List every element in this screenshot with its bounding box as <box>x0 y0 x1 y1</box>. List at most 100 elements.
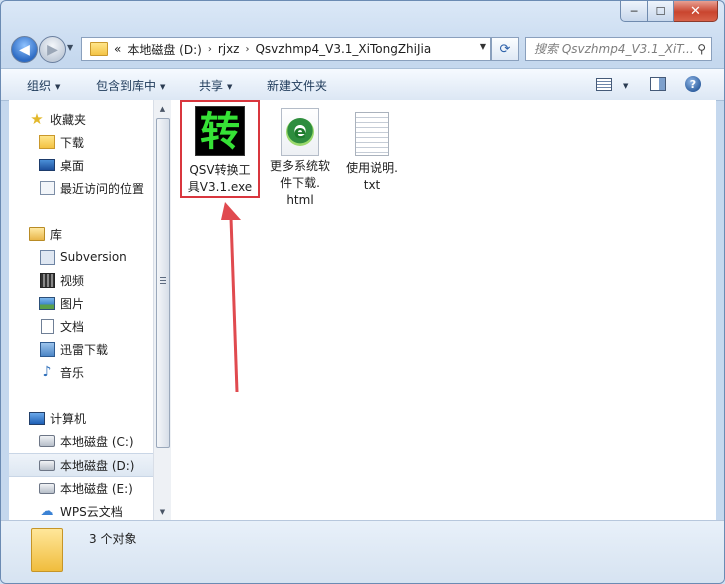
minimize-button[interactable]: ─ <box>620 1 648 22</box>
address-bar[interactable]: « 本地磁盘 (D:) › rjxz › Qsvzhmp4_V3.1_XiTon… <box>81 37 491 61</box>
share-label: 共享 <box>199 79 224 93</box>
sidebar-header-label: 收藏夹 <box>50 112 87 127</box>
new-folder-button[interactable]: 新建文件夹 <box>267 77 327 94</box>
back-button[interactable]: ◀ <box>11 36 38 63</box>
preview-pane-icon <box>650 77 666 91</box>
breadcrumb-separator-icon[interactable]: › <box>245 44 249 55</box>
file-item-txt[interactable]: 使用说明. txt <box>337 112 407 194</box>
cloud-icon: ☁ <box>40 503 54 519</box>
navigation-pane-scrollbar[interactable]: ▲ ▼ <box>153 100 171 520</box>
sidebar-header-libraries[interactable]: 库 <box>29 223 153 245</box>
sidebar-item-pictures[interactable]: 图片 <box>39 292 153 314</box>
chevron-down-icon: ▼ <box>160 82 166 91</box>
include-in-library-label: 包含到库中 <box>96 79 157 93</box>
folder-icon <box>31 528 63 572</box>
search-box[interactable]: ⚲ <box>525 37 712 61</box>
view-icon <box>596 77 612 91</box>
share-menu[interactable]: 共享 ▼ <box>199 77 232 94</box>
refresh-button[interactable]: ⟳ <box>491 37 519 61</box>
system-drive-icon <box>39 435 55 447</box>
arrow-shaft <box>229 217 239 393</box>
breadcrumb-rjxz[interactable]: rjxz <box>218 42 240 56</box>
sidebar-item-label: 音乐 <box>60 365 85 380</box>
chevron-down-icon: ▼ <box>623 81 629 90</box>
sidebar-header-label: 库 <box>50 227 63 242</box>
include-in-library-menu[interactable]: 包含到库中 ▼ <box>96 77 165 94</box>
sidebar-item-wps-cloud[interactable]: ☁ WPS云文档 <box>39 500 153 520</box>
organize-menu[interactable]: 组织 ▼ <box>27 77 60 94</box>
arrow-head <box>221 202 241 220</box>
back-arrow-icon: ◀ <box>19 41 30 58</box>
text-file-icon <box>355 112 389 156</box>
sidebar-item-thunder-downloads[interactable]: 迅雷下载 <box>39 338 153 360</box>
sidebar-item-label: Subversion <box>60 250 127 264</box>
close-button[interactable]: ✕ <box>674 1 718 22</box>
maximize-icon: ☐ <box>655 4 666 18</box>
forward-arrow-icon: ▶ <box>47 41 58 58</box>
downloads-folder-icon <box>39 135 55 149</box>
hard-drive-icon <box>39 459 55 471</box>
file-list: 转 QSV转换工 具V3.1.exe e 更多系统软 件下载. html 使用说… <box>171 100 716 520</box>
file-name-line: txt <box>363 178 381 192</box>
explorer-window: ─ ☐ ✕ ◀ ▶ ▼ « 本地磁盘 (D:) › rjxz › Qsvzhmp… <box>0 0 725 584</box>
file-name-line: 使用说明. <box>346 161 398 175</box>
folder-icon <box>90 42 108 56</box>
scroll-up-icon[interactable]: ▲ <box>154 100 171 117</box>
item-count: 3 个对象 <box>89 532 137 546</box>
sidebar-item-music[interactable]: ♪ 音乐 <box>39 361 153 383</box>
help-button[interactable]: ? <box>684 75 702 93</box>
sidebar-item-label: 本地磁盘 (E:) <box>60 481 133 496</box>
sidebar-item-drive-d[interactable]: 本地磁盘 (D:) <box>9 453 153 477</box>
address-dropdown-icon[interactable]: ▼ <box>480 42 486 51</box>
window-controls: ─ ☐ ✕ <box>620 1 718 22</box>
sidebar-item-drive-e[interactable]: 本地磁盘 (E:) <box>39 477 153 499</box>
command-toolbar: 组织 ▼ 包含到库中 ▼ 共享 ▼ 新建文件夹 ▼ ? <box>1 68 724 101</box>
refresh-icon: ⟳ <box>499 41 511 57</box>
sidebar-item-drive-c[interactable]: 本地磁盘 (C:) <box>39 430 153 452</box>
view-options-dropdown[interactable]: ▼ <box>619 78 628 92</box>
breadcrumb-separator-icon[interactable]: › <box>208 44 212 55</box>
breadcrumb-current-folder[interactable]: Qsvzhmp4_V3.1_XiTongZhiJia <box>255 42 431 56</box>
video-icon <box>39 272 55 288</box>
sidebar-header-favorites[interactable]: ★ 收藏夹 <box>29 108 153 130</box>
sidebar-item-downloads[interactable]: 下载 <box>39 131 153 153</box>
sidebar-item-recent-places[interactable]: 最近访问的位置 <box>39 177 153 199</box>
sidebar-item-videos[interactable]: 视频 <box>39 269 153 291</box>
music-note-icon: ♪ <box>42 364 52 380</box>
hard-drive-icon <box>39 482 55 494</box>
recent-pages-dropdown-icon[interactable]: ▼ <box>67 43 73 52</box>
sidebar-item-subversion[interactable]: Subversion <box>39 246 153 268</box>
chevron-down-icon: ▼ <box>55 82 61 91</box>
thunder-download-icon <box>39 341 55 357</box>
minimize-icon: ─ <box>630 4 638 18</box>
subversion-icon <box>39 249 55 265</box>
scrollbar-thumb[interactable] <box>156 118 170 448</box>
sidebar-item-desktop[interactable]: 桌面 <box>39 154 153 176</box>
navigation-pane: ★ 收藏夹 下载 桌面 最近访问的位置 库 Subversion 视频 图片 文档… <box>9 100 153 520</box>
help-icon: ? <box>685 76 701 92</box>
change-view-button[interactable] <box>595 75 613 93</box>
sidebar-header-computer[interactable]: 计算机 <box>29 407 153 429</box>
library-icon <box>29 227 45 241</box>
sidebar-item-label: 图片 <box>60 296 85 311</box>
annotation-arrow <box>221 202 241 393</box>
close-icon: ✕ <box>690 3 701 19</box>
search-icon[interactable]: ⚲ <box>697 42 706 56</box>
sidebar-item-label: 文档 <box>60 319 85 334</box>
star-icon: ★ <box>30 110 44 128</box>
picture-icon <box>39 296 55 310</box>
breadcrumb-overflow[interactable]: « <box>114 42 121 56</box>
breadcrumb-drive-d[interactable]: 本地磁盘 (D:) <box>127 41 201 58</box>
computer-icon <box>29 411 45 425</box>
organize-label: 组织 <box>27 79 52 93</box>
search-input[interactable] <box>532 41 696 57</box>
sidebar-item-label: 视频 <box>60 273 85 288</box>
forward-button[interactable]: ▶ <box>39 36 66 63</box>
sidebar-item-label: 本地磁盘 (C:) <box>60 434 134 449</box>
maximize-button[interactable]: ☐ <box>648 1 674 22</box>
scroll-down-icon[interactable]: ▼ <box>154 503 171 520</box>
new-folder-label: 新建文件夹 <box>267 79 328 93</box>
preview-pane-button[interactable] <box>649 75 667 93</box>
sidebar-header-label: 计算机 <box>50 411 87 426</box>
sidebar-item-documents[interactable]: 文档 <box>39 315 153 337</box>
